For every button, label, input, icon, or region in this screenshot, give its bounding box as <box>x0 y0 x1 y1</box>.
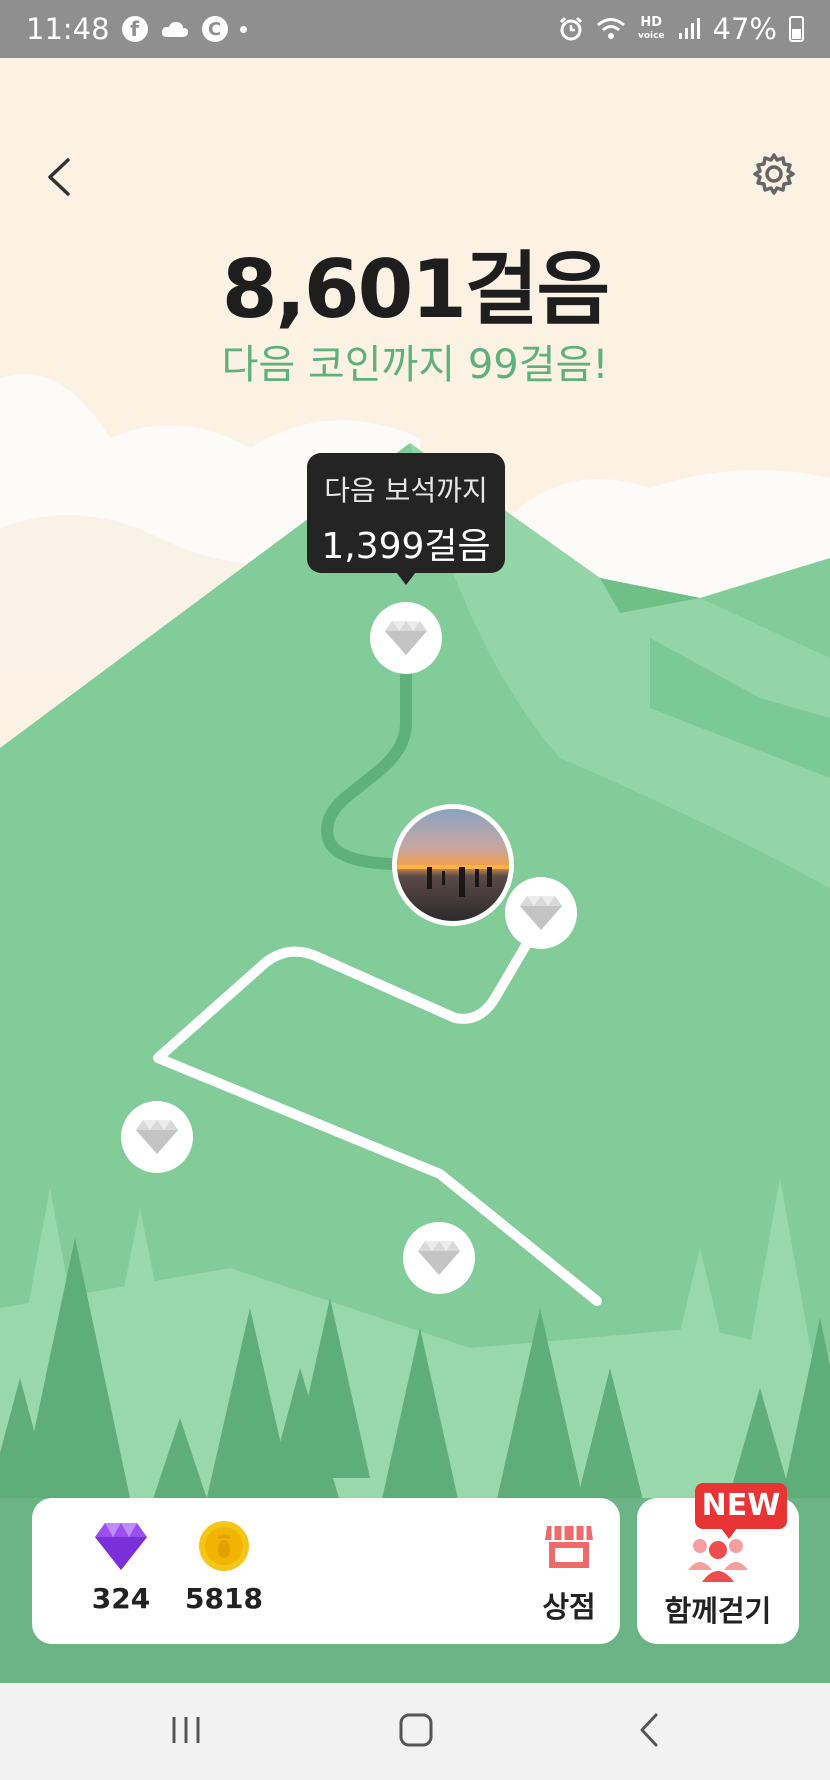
gem-node-3[interactable] <box>121 1101 193 1173</box>
shop-button[interactable]: 상점 <box>524 1520 614 1626</box>
diamond-icon <box>385 621 427 655</box>
signal-icon <box>677 17 701 41</box>
walk-together-label: 함께걷기 <box>664 1594 772 1628</box>
voice-label: voice <box>637 30 665 41</box>
hd-voice-icon: HD voice <box>637 14 665 42</box>
chevron-left-icon <box>48 158 70 196</box>
nav-back-button[interactable] <box>620 1705 680 1755</box>
gem-node-4[interactable] <box>403 1222 475 1294</box>
purple-gem-icon <box>95 1523 147 1570</box>
gem-node-top[interactable] <box>370 602 442 674</box>
home-icon <box>399 1713 433 1747</box>
tooltip-steps: 1,399걸음 <box>321 526 491 567</box>
cloud-icon <box>160 19 190 39</box>
settings-button[interactable] <box>752 152 796 196</box>
coin-balance: 5818 <box>169 1520 279 1615</box>
next-coin-text: 다음 코인까지 99걸음! <box>221 342 609 388</box>
diamond-icon <box>520 896 562 930</box>
mountain-scene: 8,601걸음 다음 코인까지 99걸음! 다음 보석까지 1,399걸음 <box>0 58 830 1683</box>
tooltip-label: 다음 보석까지 <box>324 474 488 507</box>
step-count: 8,601걸음 <box>221 243 610 336</box>
group-icon <box>688 1539 748 1582</box>
back-button[interactable] <box>40 154 80 200</box>
user-avatar[interactable] <box>392 804 514 926</box>
home-button[interactable] <box>386 1705 446 1755</box>
gem-balance: 324 <box>66 1520 176 1615</box>
gem-count: 324 <box>91 1582 151 1615</box>
diamond-icon <box>136 1120 178 1154</box>
recent-apps-icon <box>172 1717 200 1743</box>
dot-icon <box>239 25 247 33</box>
c-icon: C <box>201 16 228 42</box>
shop-label: 상점 <box>542 1590 596 1624</box>
gear-icon <box>753 153 795 195</box>
back-arrow-icon <box>640 1713 658 1747</box>
battery-icon <box>789 16 804 42</box>
system-nav-bar <box>0 1683 830 1780</box>
diamond-icon <box>418 1241 460 1275</box>
new-badge: NEW <box>695 1483 787 1539</box>
wifi-icon <box>596 17 626 41</box>
coin-count: 5818 <box>185 1582 263 1615</box>
status-bar: 11:48 f C HD voice 47% <box>0 0 830 58</box>
battery-percent: 47% <box>712 12 777 46</box>
next-gem-tooltip: 다음 보석까지 1,399걸음 <box>307 453 505 585</box>
alarm-icon <box>558 16 584 42</box>
status-time: 11:48 <box>26 12 110 46</box>
coin-icon <box>199 1521 249 1571</box>
sunset-photo <box>397 809 509 921</box>
recent-apps-button[interactable] <box>156 1705 216 1755</box>
wallet-card: 324 5818 상점 <box>32 1498 620 1644</box>
gem-node-2[interactable] <box>505 877 577 949</box>
store-icon <box>545 1526 593 1568</box>
facebook-icon: f <box>121 16 148 42</box>
hd-label: HD <box>640 14 663 30</box>
